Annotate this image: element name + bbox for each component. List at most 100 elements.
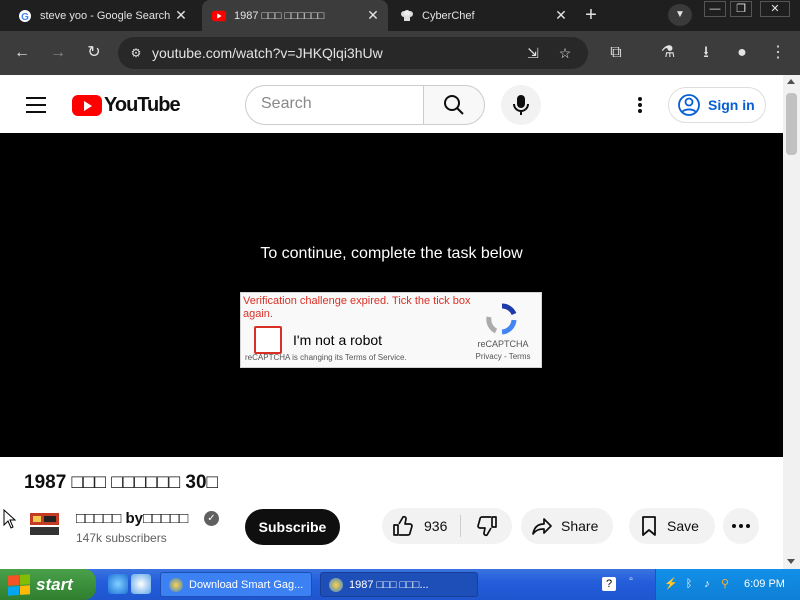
dislike-button[interactable] — [462, 508, 512, 544]
scroll-down-arrow-icon[interactable] — [787, 559, 795, 564]
chrome-icon — [329, 577, 343, 592]
search-button[interactable] — [423, 85, 485, 125]
channel-avatar[interactable] — [28, 510, 61, 538]
recaptcha-brand: reCAPTCHA — [477, 339, 529, 349]
close-tab-icon[interactable]: ✕ — [364, 7, 382, 24]
taskbar-item-label: Download Smart Gag... — [189, 578, 304, 591]
youtube-wordmark: YouTube — [104, 93, 181, 116]
download-icon[interactable]: ⭳ — [696, 43, 716, 63]
windows-taskbar: start Download Smart Gag... 1987 □□□ □□□… — [0, 569, 800, 600]
save-label: Save — [667, 518, 699, 534]
back-arrow-icon[interactable]: ← — [12, 43, 32, 63]
system-tray: ⚡ ᛒ ♪ ⚲ 6:09 PM — [655, 569, 800, 600]
network-icon[interactable]: ⚡ — [664, 577, 678, 591]
scrollbar-thumb[interactable] — [786, 93, 797, 155]
taskbar-item-youtube[interactable]: 1987 □□□ □□□... — [320, 572, 478, 597]
site-settings-icon[interactable]: ⚙ — [128, 45, 144, 61]
menu-hamburger-icon[interactable] — [26, 97, 46, 113]
chef-hat-icon — [400, 9, 414, 23]
like-count: 936 — [424, 518, 448, 534]
search-input[interactable] — [261, 95, 411, 113]
youtube-icon — [212, 9, 226, 23]
chrome-menu-icon[interactable]: ⋮ — [768, 43, 788, 63]
close-window-button[interactable]: ✕ — [760, 1, 790, 17]
share-button[interactable]: Share — [521, 508, 613, 544]
start-label: start — [36, 574, 73, 594]
help-icon[interactable]: ? — [602, 577, 616, 591]
thumbs-down-icon — [477, 516, 497, 537]
install-app-icon[interactable]: ⇲ — [524, 44, 542, 62]
recaptcha-privacy-terms[interactable]: Privacy - Terms — [473, 352, 533, 361]
sign-in-label: Sign in — [708, 97, 755, 113]
reload-icon[interactable]: ↻ — [84, 43, 104, 63]
voice-search-button[interactable] — [501, 85, 541, 125]
close-tab-icon[interactable]: ✕ — [552, 7, 570, 24]
browser-tab-strip: G steve yoo - Google Search ✕ 1987 □□□ □… — [0, 0, 800, 31]
close-tab-icon[interactable]: ✕ — [172, 7, 190, 24]
volume-icon[interactable]: ♪ — [700, 577, 714, 591]
tab-google-search[interactable]: G steve yoo - Google Search ✕ — [8, 0, 196, 31]
labs-flask-icon[interactable]: ⚗ — [658, 43, 678, 63]
verified-check-icon: ✓ — [204, 511, 219, 526]
recaptcha-label: I'm not a robot — [293, 332, 383, 348]
tab-title: steve yoo - Google Search — [40, 9, 171, 22]
address-bar[interactable]: ⚙ youtube.com/watch?v=JHKQlqi3hUw ⇲ ☆ — [118, 37, 588, 69]
youtube-logo[interactable]: YouTube — [72, 93, 181, 116]
svg-text:G: G — [21, 12, 29, 23]
share-label: Share — [561, 518, 599, 534]
settings-menu-icon[interactable] — [630, 95, 650, 115]
share-arrow-icon — [532, 518, 552, 535]
start-button[interactable]: start — [0, 569, 96, 600]
restore-windows-icon[interactable]: ▫ — [624, 575, 638, 593]
subscribe-button[interactable]: Subscribe — [245, 509, 340, 545]
tab-cyberchef[interactable]: CyberChef ✕ — [390, 0, 576, 31]
like-separator — [460, 515, 461, 537]
thumbs-up-icon — [393, 515, 413, 536]
subscriber-count: 147k subscribers — [76, 531, 167, 545]
account-circle-icon — [678, 94, 700, 116]
sign-in-button[interactable]: Sign in — [668, 87, 766, 123]
forward-arrow-icon[interactable]: → — [48, 43, 68, 63]
recaptcha-logo-icon — [486, 303, 517, 335]
profile-icon[interactable]: ● — [732, 43, 752, 63]
recaptcha-notice[interactable]: reCAPTCHA is changing its Terms of Servi… — [245, 353, 407, 362]
google-g-icon: G — [18, 9, 32, 23]
new-tab-button[interactable]: + — [580, 4, 602, 26]
search-icon — [444, 95, 464, 115]
windows-flag-icon — [8, 573, 30, 596]
captcha-prompt: To continue, complete the task below — [260, 245, 523, 262]
tab-title: CyberChef — [422, 9, 475, 22]
like-button[interactable]: 936 — [382, 508, 460, 544]
save-button[interactable]: Save — [629, 508, 715, 544]
internet-explorer-icon[interactable] — [108, 574, 128, 594]
channel-name[interactable]: □□□□□ by□□□□□ — [76, 510, 188, 527]
search-tray-icon[interactable]: ⚲ — [718, 577, 732, 591]
taskbar-item-label: 1987 □□□ □□□... — [349, 578, 429, 591]
video-player: To continue, complete the task below Ver… — [0, 133, 783, 457]
like-dislike-group: 936 — [382, 508, 512, 544]
bluetooth-icon[interactable]: ᛒ — [682, 577, 696, 591]
recaptcha-widget: Verification challenge expired. Tick the… — [240, 292, 542, 368]
recaptcha-error: Verification challenge expired. Tick the… — [243, 295, 471, 320]
tab-search-button[interactable]: ▼ — [668, 4, 692, 26]
page-scrollbar[interactable] — [783, 75, 800, 569]
browser-toolbar: ← → ↻ ⚙ youtube.com/watch?v=JHKQlqi3hUw … — [0, 31, 800, 75]
chrome-icon — [169, 577, 183, 592]
search-box[interactable] — [245, 85, 423, 125]
more-actions-button[interactable] — [723, 508, 759, 544]
youtube-header: YouTube Sign in — [0, 75, 783, 133]
minimize-button[interactable]: — — [704, 1, 726, 17]
scroll-up-arrow-icon[interactable] — [787, 79, 795, 84]
taskbar-item-download[interactable]: Download Smart Gag... — [160, 572, 312, 597]
show-desktop-icon[interactable] — [131, 574, 151, 594]
video-title: 1987 □□□ □□□□□□ 30□ — [24, 472, 218, 493]
recaptcha-checkbox[interactable] — [254, 326, 282, 354]
extensions-icon[interactable]: ⧉ — [606, 43, 626, 63]
chevron-down-icon: ▼ — [675, 9, 685, 20]
restore-button[interactable]: ❐ — [730, 1, 752, 17]
microphone-icon — [513, 95, 529, 115]
bookmark-icon — [642, 516, 656, 536]
tab-youtube[interactable]: 1987 □□□ □□□□□□ ✕ — [202, 0, 388, 31]
url-text[interactable]: youtube.com/watch?v=JHKQlqi3hUw — [152, 45, 383, 61]
bookmark-star-icon[interactable]: ☆ — [556, 44, 574, 62]
